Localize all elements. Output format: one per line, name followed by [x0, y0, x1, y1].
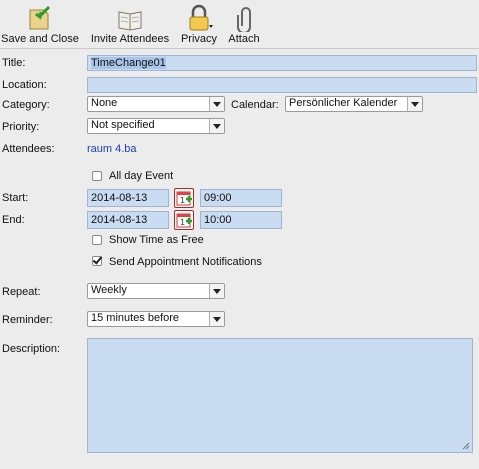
- repeat-label: Repeat:: [2, 286, 41, 298]
- priority-value: Not specified: [91, 119, 155, 131]
- send-notifications-label: Send Appointment Notifications: [109, 256, 262, 268]
- end-date-field[interactable]: 2014-08-13: [87, 211, 169, 229]
- reminder-value: 15 minutes before: [91, 312, 180, 324]
- category-value: None: [91, 97, 118, 109]
- privacy-label: Privacy: [180, 33, 218, 45]
- end-label: End:: [2, 214, 25, 226]
- toolbar: Save and Close Invite Attendees Privacy …: [0, 0, 479, 49]
- reminder-select[interactable]: 15 minutes before: [87, 311, 225, 327]
- lock-icon: [189, 4, 213, 31]
- invite-attendees-label: Invite Attendees: [90, 33, 170, 45]
- priority-label: Priority:: [2, 121, 40, 133]
- location-label: Location:: [2, 79, 47, 91]
- calendar-icon: 1: [176, 191, 192, 206]
- chevron-down-icon: [209, 119, 224, 133]
- end-date-picker-button[interactable]: 1: [174, 210, 194, 230]
- calendar-select[interactable]: Persönlicher Kalender: [285, 96, 423, 112]
- paperclip-icon: [237, 7, 251, 32]
- start-date-picker-button[interactable]: 1: [174, 188, 194, 208]
- title-value: TimeChange01: [91, 57, 166, 69]
- calendar-value: Persönlicher Kalender: [289, 97, 398, 109]
- attendees-label: Attendees:: [2, 143, 55, 155]
- all-day-checkbox[interactable]: [92, 171, 102, 181]
- title-field[interactable]: TimeChange01: [87, 55, 477, 71]
- end-time-field[interactable]: 10:00: [200, 211, 282, 229]
- chevron-down-icon: [209, 97, 224, 111]
- resize-grip-icon[interactable]: [461, 441, 470, 450]
- category-select[interactable]: None: [87, 96, 225, 112]
- start-time-field[interactable]: 09:00: [200, 189, 282, 207]
- save-and-close-button[interactable]: Save and Close: [0, 0, 80, 48]
- start-label: Start:: [2, 192, 29, 204]
- all-day-label: All day Event: [109, 170, 174, 182]
- category-label: Category:: [2, 99, 50, 111]
- attach-label: Attach: [228, 33, 260, 45]
- chevron-down-icon: [209, 284, 224, 298]
- show-time-as-free-label: Show Time as Free: [109, 234, 204, 246]
- invite-icon: [118, 11, 142, 31]
- privacy-button[interactable]: Privacy: [177, 0, 221, 48]
- location-field[interactable]: [87, 77, 477, 93]
- show-time-as-free-checkbox[interactable]: [92, 235, 102, 245]
- svg-text:1: 1: [180, 218, 185, 227]
- description-label: Description:: [2, 343, 61, 355]
- send-notifications-checkbox[interactable]: [92, 256, 102, 266]
- priority-select[interactable]: Not specified: [87, 118, 225, 134]
- description-textarea[interactable]: [87, 338, 473, 453]
- calendar-icon: 1: [176, 213, 192, 228]
- attach-button[interactable]: Attach: [224, 0, 264, 48]
- calendar-label: Calendar:: [231, 99, 279, 111]
- svg-text:1: 1: [180, 196, 185, 205]
- save-and-close-label: Save and Close: [1, 33, 79, 45]
- reminder-label: Reminder:: [2, 314, 53, 326]
- attendee-link[interactable]: raum 4.ba: [87, 143, 137, 155]
- chevron-down-icon: [407, 97, 422, 111]
- title-label: Title:: [2, 57, 26, 69]
- repeat-select[interactable]: Weekly: [87, 283, 225, 299]
- invite-attendees-button[interactable]: Invite Attendees: [87, 0, 173, 48]
- chevron-down-icon: [209, 312, 224, 326]
- repeat-value: Weekly: [91, 284, 127, 296]
- start-date-field[interactable]: 2014-08-13: [87, 189, 169, 207]
- save-icon: [29, 5, 51, 30]
